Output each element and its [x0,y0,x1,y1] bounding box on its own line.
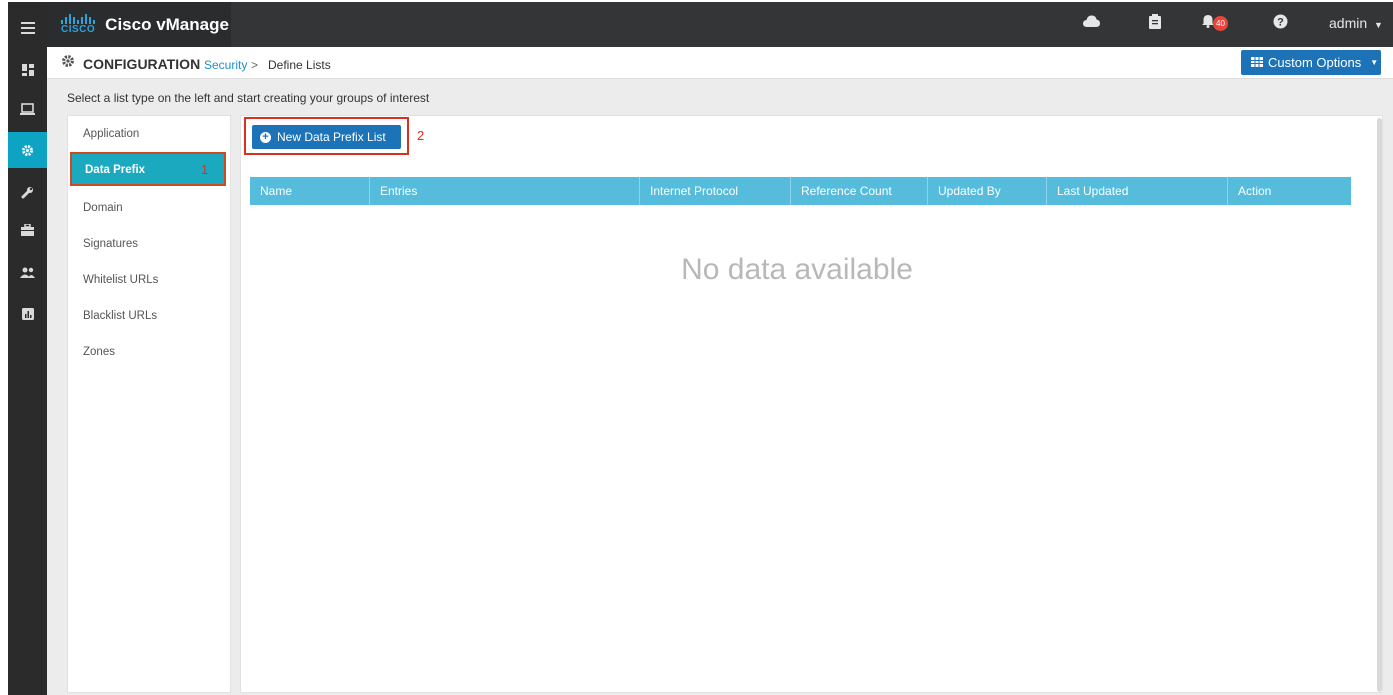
app-title: Cisco vManage [105,14,229,34]
chevron-down-icon: ▼ [1374,20,1383,30]
cloud-icon[interactable] [1083,14,1100,32]
annotation-highlight-box: + New Data Prefix List [244,117,409,155]
annotation-marker-1: 1 [201,162,209,177]
user-menu[interactable]: admin ▼ [1329,15,1383,31]
column-header-updated-by[interactable]: Updated By [928,177,1047,205]
list-type-domain[interactable]: Domain [68,190,232,226]
grid-icon [1251,55,1263,70]
wrench-icon[interactable] [8,174,47,210]
instruction-text: Select a list type on the left and start… [67,91,430,105]
new-data-prefix-list-button[interactable]: + New Data Prefix List [252,125,401,149]
column-header-action[interactable]: Action [1228,177,1351,205]
column-header-internet-protocol[interactable]: Internet Protocol [640,177,791,205]
custom-options-button[interactable]: Custom Options ▼ [1241,50,1381,75]
list-type-whitelist-urls[interactable]: Whitelist URLs [68,262,232,298]
custom-options-label: Custom Options [1268,55,1362,70]
hamburger-menu-icon[interactable] [8,10,47,46]
list-type-signatures[interactable]: Signatures [68,226,232,262]
table-header: Name Entries Internet Protocol Reference… [250,177,1351,205]
annotation-marker-2: 2 [417,128,425,143]
list-type-panel: Application Data Prefix Domain Signature… [67,115,231,693]
help-icon[interactable]: ? [1273,14,1288,34]
plus-circle-icon: + [260,131,271,143]
notification-badge: 40 [1213,16,1228,31]
cisco-logo-icon: CISCO [61,14,96,35]
list-type-application[interactable]: Application [68,116,232,152]
svg-text:?: ? [1277,17,1284,29]
top-bar: CISCO Cisco vManage 40 ? admin ▼ [47,2,1393,47]
gear-icon [61,54,75,71]
users-icon[interactable] [8,254,47,290]
column-header-name[interactable]: Name [250,177,370,205]
chevron-down-icon: ▼ [1370,58,1379,67]
page-title: CONFIGURATION [83,56,201,72]
list-type-blacklist-urls[interactable]: Blacklist URLs [68,298,232,334]
breadcrumb-separator: > [251,58,259,72]
main-panel: + New Data Prefix List 2 Name Entries In… [240,115,1383,693]
dashboard-icon[interactable] [8,52,47,88]
empty-state-text: No data available [681,253,913,286]
vertical-scrollbar[interactable] [1377,118,1382,692]
column-header-last-updated[interactable]: Last Updated [1047,177,1228,205]
column-header-entries[interactable]: Entries [370,177,640,205]
monitor-icon[interactable] [8,91,47,127]
clipboard-icon[interactable] [1149,14,1161,34]
toolbox-icon[interactable] [8,212,47,248]
breadcrumb: CONFIGURATION Security > Define Lists Cu… [47,47,1393,79]
analytics-icon[interactable] [8,296,47,332]
gear-icon[interactable] [8,132,47,168]
breadcrumb-link-security[interactable]: Security [204,58,247,72]
nav-rail [8,2,47,695]
column-header-reference-count[interactable]: Reference Count [791,177,928,205]
breadcrumb-current: Define Lists [268,58,331,72]
list-type-zones[interactable]: Zones [68,334,232,370]
brand[interactable]: CISCO Cisco vManage [47,2,231,47]
